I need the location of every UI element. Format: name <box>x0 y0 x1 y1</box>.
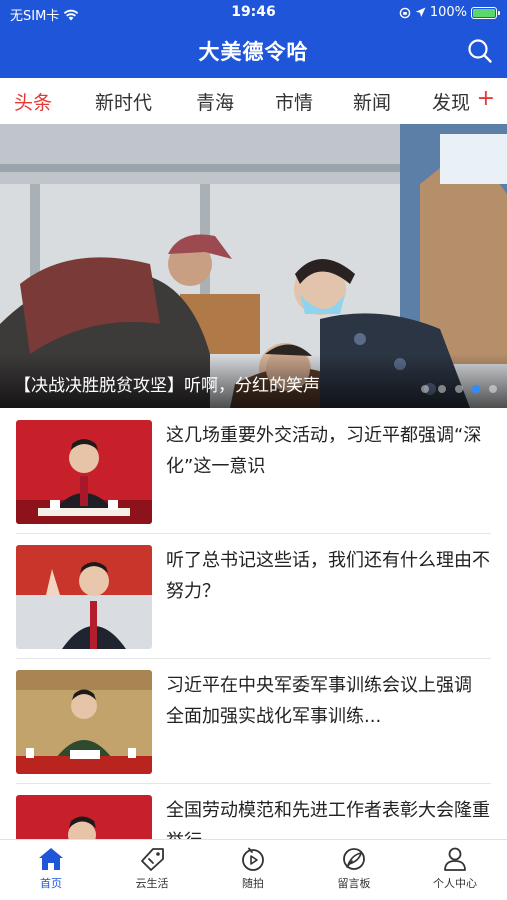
tab-headlines[interactable]: 头条 <box>14 88 52 115</box>
news-title[interactable]: 习近平在中央军委军事训练会议上强调 全面加强实战化军事训练... <box>166 670 492 732</box>
nav-home[interactable]: 首页 <box>6 846 96 891</box>
news-title[interactable]: 这几场重要外交活动，习近平都强调“深化”这一意识 <box>166 420 492 482</box>
carousel-dot[interactable] <box>489 385 497 393</box>
news-item[interactable]: 这几场重要外交活动，习近平都强调“深化”这一意识 <box>0 410 507 534</box>
news-title[interactable]: 听了总书记这些话，我们还有什么理由不努力？ <box>166 545 492 607</box>
carousel-dot[interactable] <box>455 385 463 393</box>
carousel-dot[interactable] <box>472 385 480 393</box>
nav-cloud-life-label: 云生活 <box>135 877 169 890</box>
home-icon <box>39 848 63 870</box>
person-icon <box>444 847 466 871</box>
nav-cloud-life[interactable]: 云生活 <box>107 846 197 891</box>
divider <box>16 533 491 534</box>
tag-icon <box>141 848 164 871</box>
carousel-indicator <box>421 385 497 393</box>
news-item[interactable]: 习近平在中央军委军事训练会议上强调 全面加强实战化军事训练... <box>0 660 507 784</box>
tab-news[interactable]: 新闻 <box>353 88 391 115</box>
news-thumbnail <box>16 545 152 649</box>
app-header: 无SIM卡 19:46 100% 大美德令哈 <box>0 0 507 78</box>
feather-pen-icon <box>343 848 365 870</box>
nav-profile-label: 个人中心 <box>433 877 477 890</box>
bottom-tab-bar: 首页 云生活 随拍 留言板 个人中心 <box>0 839 507 900</box>
battery-level-fill <box>473 8 495 17</box>
nav-profile[interactable]: 个人中心 <box>410 846 500 891</box>
rotation-lock-icon <box>399 7 411 18</box>
nav-message-board-label: 留言板 <box>337 877 371 890</box>
divider <box>16 658 491 659</box>
status-bar: 无SIM卡 19:46 100% <box>0 0 507 26</box>
location-icon <box>415 7 426 17</box>
camera-play-icon <box>242 847 264 871</box>
nav-snapshot[interactable]: 随拍 <box>208 846 298 891</box>
carousel-dot[interactable] <box>421 385 429 393</box>
battery-icon <box>471 6 500 19</box>
app-title: 大美德令哈 <box>198 40 309 64</box>
hero-caption[interactable]: 【决战决胜脱贫攻坚】听啊，分红的笑声 <box>14 371 320 396</box>
news-thumbnail <box>16 420 152 524</box>
news-item[interactable]: 听了总书记这些话，我们还有什么理由不努力？ <box>0 535 507 659</box>
search-icon[interactable] <box>467 38 493 64</box>
nav-message-board[interactable]: 留言板 <box>309 846 399 891</box>
battery-percent: 100% <box>429 5 467 20</box>
nav-snapshot-label: 随拍 <box>242 877 264 890</box>
nav-home-label: 首页 <box>40 877 62 890</box>
news-thumbnail <box>16 670 152 774</box>
category-tabs: 头条 新时代 青海 市情 新闻 发现 + <box>0 78 507 124</box>
tab-qinghai[interactable]: 青海 <box>196 88 234 115</box>
tab-new-era[interactable]: 新时代 <box>95 88 152 115</box>
tab-city[interactable]: 市情 <box>275 88 313 115</box>
add-tab-button[interactable]: + <box>470 86 495 111</box>
hero-carousel[interactable]: 【决战决胜脱贫攻坚】听啊，分红的笑声 <box>0 124 507 408</box>
divider <box>16 783 491 784</box>
carousel-dot[interactable] <box>438 385 446 393</box>
tab-discover[interactable]: 发现 <box>432 88 470 115</box>
